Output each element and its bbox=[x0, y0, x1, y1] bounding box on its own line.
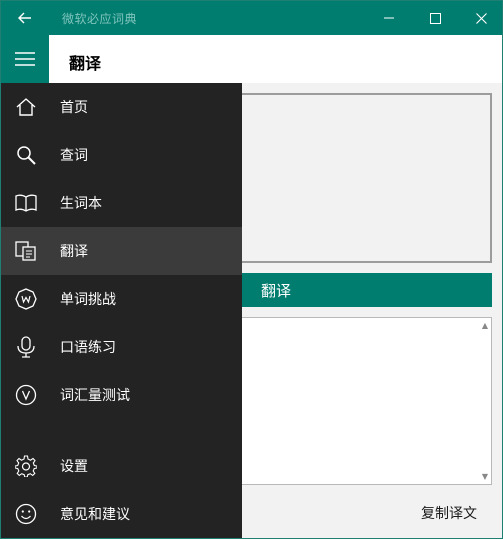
nav-item-label: 意见和建议 bbox=[60, 507, 130, 523]
hamburger-icon bbox=[15, 51, 35, 67]
vocab-test-icon bbox=[14, 383, 38, 407]
back-arrow-icon bbox=[18, 12, 32, 24]
maximize-icon bbox=[429, 12, 441, 24]
nav-item-vocab-test[interactable]: 词汇量测试 bbox=[1, 371, 242, 419]
header-bar: 翻译 bbox=[1, 35, 502, 83]
translate-button[interactable]: 翻译 bbox=[235, 273, 492, 307]
nav-item-wordbook[interactable]: 生词本 bbox=[1, 179, 242, 227]
word-challenge-icon bbox=[14, 287, 38, 311]
home-icon bbox=[14, 95, 38, 119]
app-title: 微软必应词典 bbox=[62, 12, 138, 26]
nav-item-search[interactable]: 查词 bbox=[1, 131, 242, 179]
minimize-icon bbox=[384, 17, 394, 19]
app-window: 微软必应词典 翻译 翻译 ▲ ▼ 复制译文 首页 查词 生词本 翻译 单词挑战 … bbox=[0, 0, 503, 539]
result-scrollbar[interactable]: ▲ ▼ bbox=[479, 319, 490, 483]
search-icon bbox=[14, 143, 38, 167]
nav-item-home[interactable]: 首页 bbox=[1, 83, 242, 131]
close-button[interactable] bbox=[458, 1, 502, 35]
translation-result-box[interactable]: ▲ ▼ bbox=[235, 317, 492, 485]
title-bar: 微软必应词典 bbox=[1, 1, 502, 35]
minimize-button[interactable] bbox=[366, 1, 412, 35]
smiley-icon bbox=[14, 502, 38, 526]
nav-item-label: 口语练习 bbox=[60, 340, 116, 356]
nav-item-label: 单词挑战 bbox=[60, 292, 116, 308]
gear-icon bbox=[14, 454, 38, 478]
nav-item-label: 生词本 bbox=[60, 196, 102, 212]
nav-item-translate[interactable]: 翻译 bbox=[1, 227, 242, 275]
navigation-pane: 首页 查词 生词本 翻译 单词挑战 口语练习 词汇量测试 设置 意见和建议 bbox=[1, 83, 242, 538]
back-button[interactable] bbox=[1, 1, 49, 35]
copy-translation-button[interactable]: 复制译文 bbox=[421, 503, 477, 523]
close-icon bbox=[475, 12, 487, 24]
nav-item-speaking-practice[interactable]: 口语练习 bbox=[1, 323, 242, 371]
translate-icon bbox=[14, 239, 38, 263]
nav-item-label: 查词 bbox=[60, 148, 88, 164]
nav-item-word-challenge[interactable]: 单词挑战 bbox=[1, 275, 242, 323]
nav-item-label: 翻译 bbox=[60, 244, 88, 260]
nav-item-feedback[interactable]: 意见和建议 bbox=[1, 490, 242, 538]
hamburger-menu-button[interactable] bbox=[1, 35, 49, 83]
book-icon bbox=[14, 191, 38, 215]
scroll-up-icon[interactable]: ▲ bbox=[482, 321, 488, 330]
scroll-down-icon[interactable]: ▼ bbox=[482, 472, 488, 481]
nav-item-label: 首页 bbox=[60, 100, 88, 116]
microphone-icon bbox=[14, 335, 38, 359]
nav-item-label: 设置 bbox=[60, 459, 88, 475]
page-title: 翻译 bbox=[69, 54, 102, 73]
maximize-button[interactable] bbox=[412, 1, 458, 35]
nav-item-label: 词汇量测试 bbox=[60, 388, 130, 404]
source-text-input[interactable] bbox=[235, 93, 492, 263]
nav-item-settings[interactable]: 设置 bbox=[1, 442, 242, 490]
